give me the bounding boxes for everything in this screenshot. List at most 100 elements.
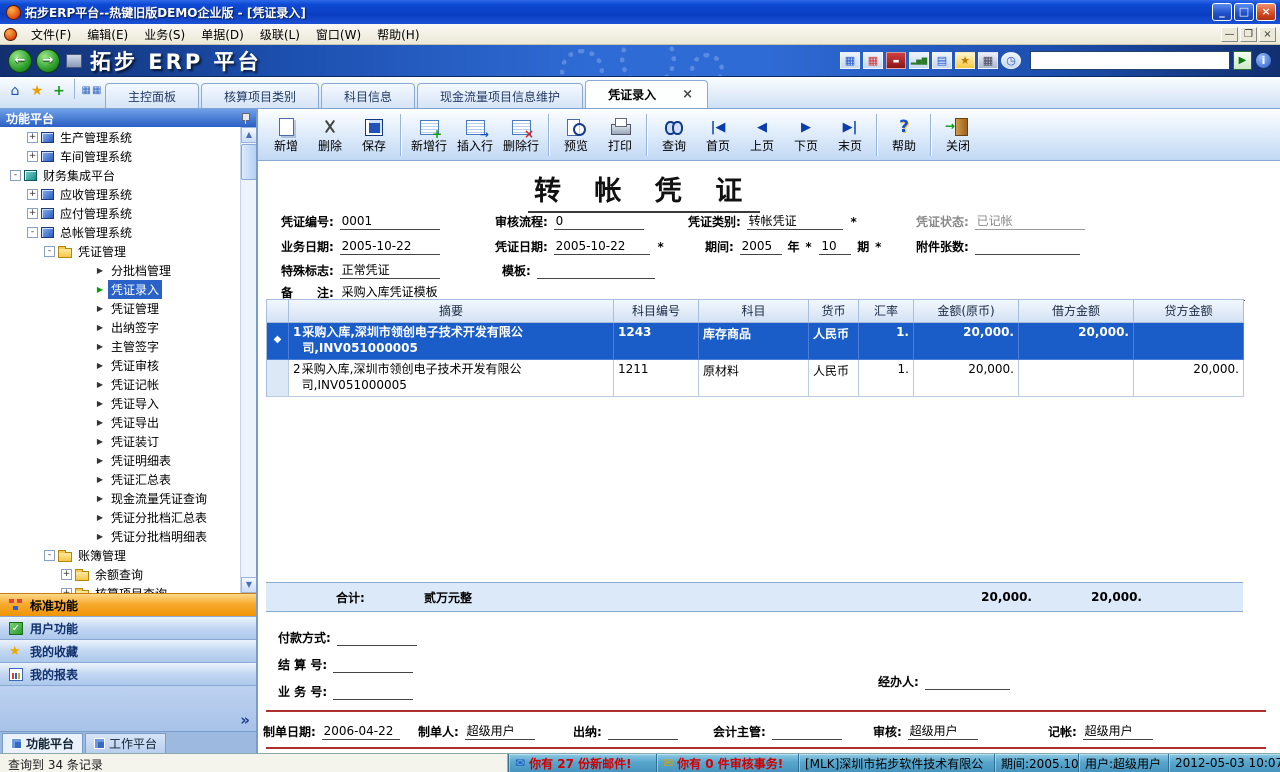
tree-item[interactable]: ▶凭证分批档明细表 bbox=[0, 527, 240, 546]
close-button[interactable]: 关闭 bbox=[936, 111, 980, 159]
star-icon[interactable] bbox=[955, 52, 975, 69]
biz-date-input[interactable]: 2005-10-22 bbox=[340, 239, 440, 255]
tree-item[interactable]: ▶凭证导入 bbox=[0, 394, 240, 413]
more-panels-chevron-icon[interactable]: » bbox=[240, 711, 250, 729]
clock-icon[interactable] bbox=[1001, 52, 1021, 69]
info-icon[interactable]: i bbox=[1255, 52, 1272, 69]
business-no-input[interactable] bbox=[333, 685, 413, 700]
tree-item[interactable]: ▶现金流量凭证查询 bbox=[0, 489, 240, 508]
grid-icon[interactable] bbox=[932, 52, 952, 69]
tree-expander-icon[interactable]: - bbox=[27, 227, 38, 238]
tab[interactable]: 科目信息 bbox=[321, 83, 415, 108]
delete-row-button[interactable]: 删除行 bbox=[498, 111, 544, 159]
table-icon[interactable] bbox=[840, 52, 860, 69]
menu-item[interactable]: 编辑(E) bbox=[79, 24, 136, 45]
tree-item[interactable]: +核算项目查询 bbox=[0, 584, 240, 593]
summary-cell[interactable]: 2采购入库,深圳市领创电子技术开发有限公司,INV051000005 bbox=[289, 360, 614, 397]
save-button[interactable]: 保存 bbox=[352, 111, 396, 159]
rate-cell[interactable]: 1. bbox=[859, 360, 914, 397]
mdi-close-button[interactable]: × bbox=[1259, 27, 1276, 42]
tree-item[interactable]: ▶凭证导出 bbox=[0, 413, 240, 432]
find-button[interactable]: 查询 bbox=[652, 111, 696, 159]
tree-item[interactable]: ▶凭证汇总表 bbox=[0, 470, 240, 489]
pin-icon[interactable] bbox=[240, 112, 250, 124]
grid-row[interactable]: 2采购入库,深圳市领创电子技术开发有限公司,INV0510000051211原材… bbox=[267, 360, 1244, 397]
tree-expander-icon[interactable]: + bbox=[27, 132, 38, 143]
audit-flow-input[interactable]: 0 bbox=[554, 214, 644, 230]
currency-cell[interactable]: 人民币 bbox=[809, 360, 859, 397]
special-flag-input[interactable]: 正常凭证 bbox=[340, 263, 440, 279]
settlement-no-input[interactable] bbox=[333, 658, 413, 673]
book-icon[interactable] bbox=[886, 52, 906, 69]
debit-cell[interactable] bbox=[1019, 360, 1134, 397]
next-button[interactable]: 下页 bbox=[784, 111, 828, 159]
voucher-date-input[interactable]: 2005-10-22 bbox=[554, 239, 650, 255]
panel-user-func[interactable]: 用户功能 bbox=[0, 616, 256, 639]
voucher-type-input[interactable]: 转帐凭证 bbox=[747, 214, 843, 230]
delete-button[interactable]: 删除 bbox=[308, 111, 352, 159]
tab[interactable]: 现金流量项目信息维护 bbox=[417, 83, 583, 108]
tree-item[interactable]: ▶凭证录入 bbox=[0, 280, 240, 299]
tree-item[interactable]: ▶凭证记帐 bbox=[0, 375, 240, 394]
template-input[interactable] bbox=[537, 264, 655, 279]
tree-item[interactable]: ▶分批档管理 bbox=[0, 261, 240, 280]
mail-status[interactable]: ✉ 你有 27 份新邮件! bbox=[508, 754, 656, 772]
grid-view-icon[interactable]: ▦▦ bbox=[83, 82, 101, 100]
menu-item[interactable]: 级联(L) bbox=[252, 24, 308, 45]
tree-item[interactable]: -财务集成平台 bbox=[0, 166, 240, 185]
tree-expander-icon[interactable]: + bbox=[27, 208, 38, 219]
panel-reports[interactable]: 我的报表 bbox=[0, 662, 256, 685]
tree-item[interactable]: +车间管理系统 bbox=[0, 147, 240, 166]
tree-item[interactable]: -总帐管理系统 bbox=[0, 223, 240, 242]
summary-cell[interactable]: 1采购入库,深圳市领创电子技术开发有限公司,INV051000005 bbox=[289, 323, 614, 360]
add-favorite-icon[interactable]: + bbox=[50, 82, 68, 100]
last-button[interactable]: 末页 bbox=[828, 111, 872, 159]
maximize-button[interactable]: □ bbox=[1234, 3, 1254, 21]
account-cell[interactable]: 原材料 bbox=[699, 360, 809, 397]
rate-cell[interactable]: 1. bbox=[859, 323, 914, 360]
tree-item[interactable]: +应收管理系统 bbox=[0, 185, 240, 204]
preview-button[interactable]: 预览 bbox=[554, 111, 598, 159]
account-cell[interactable]: 库存商品 bbox=[699, 323, 809, 360]
panel-favorites[interactable]: 我的收藏 bbox=[0, 639, 256, 662]
tree-item[interactable]: ▶凭证分批档汇总表 bbox=[0, 508, 240, 527]
first-button[interactable]: 首页 bbox=[696, 111, 740, 159]
account-no-cell[interactable]: 1211 bbox=[614, 360, 699, 397]
bottom-tab[interactable]: 工作平台 bbox=[85, 733, 166, 753]
nav-forward-button[interactable]: → bbox=[36, 49, 60, 73]
credit-cell[interactable]: 20,000. bbox=[1134, 360, 1244, 397]
amount-cell[interactable]: 20,000. bbox=[914, 323, 1019, 360]
tab[interactable]: 核算项目类别 bbox=[201, 83, 319, 108]
toolbar-search-input[interactable] bbox=[1030, 51, 1230, 70]
workspace-icon[interactable] bbox=[66, 54, 82, 68]
tree-expander-icon[interactable]: - bbox=[10, 170, 21, 181]
tree-expander-icon[interactable]: + bbox=[27, 189, 38, 200]
add-row-button[interactable]: 新增行 bbox=[406, 111, 452, 159]
bottom-tab[interactable]: 功能平台 bbox=[2, 733, 83, 753]
tree-expander-icon[interactable]: - bbox=[44, 550, 55, 561]
close-button[interactable]: × bbox=[1256, 3, 1276, 21]
tree-expander-icon[interactable]: - bbox=[44, 246, 55, 257]
audit-status[interactable]: ✉ 你有 0 件审核事务! bbox=[656, 754, 798, 772]
scroll-down-icon[interactable]: ▼ bbox=[241, 577, 256, 593]
mdi-restore-button[interactable]: ❐ bbox=[1240, 27, 1257, 42]
tree-item[interactable]: +应付管理系统 bbox=[0, 204, 240, 223]
tree-item[interactable]: ▶主管签字 bbox=[0, 337, 240, 356]
new-button[interactable]: 新增 bbox=[264, 111, 308, 159]
chart-icon[interactable] bbox=[909, 52, 929, 69]
tree-item[interactable]: ▶凭证装订 bbox=[0, 432, 240, 451]
tree-item[interactable]: ▶出纳签字 bbox=[0, 318, 240, 337]
amount-cell[interactable]: 20,000. bbox=[914, 360, 1019, 397]
prev-button[interactable]: 上页 bbox=[740, 111, 784, 159]
print-button[interactable]: 打印 bbox=[598, 111, 642, 159]
currency-cell[interactable]: 人民币 bbox=[809, 323, 859, 360]
tree-item[interactable]: +生产管理系统 bbox=[0, 128, 240, 147]
voucher-no-input[interactable]: 0001 bbox=[340, 214, 440, 230]
attachments-input[interactable] bbox=[975, 240, 1080, 255]
row-selector-cell[interactable]: ◆ bbox=[267, 323, 289, 360]
scroll-up-icon[interactable]: ▲ bbox=[241, 127, 256, 143]
period-no-input[interactable]: 10 bbox=[819, 239, 851, 255]
favorites-star-icon[interactable]: ★ bbox=[28, 82, 46, 100]
menu-item[interactable]: 帮助(H) bbox=[369, 24, 427, 45]
period-year-input[interactable]: 2005 bbox=[740, 239, 782, 255]
